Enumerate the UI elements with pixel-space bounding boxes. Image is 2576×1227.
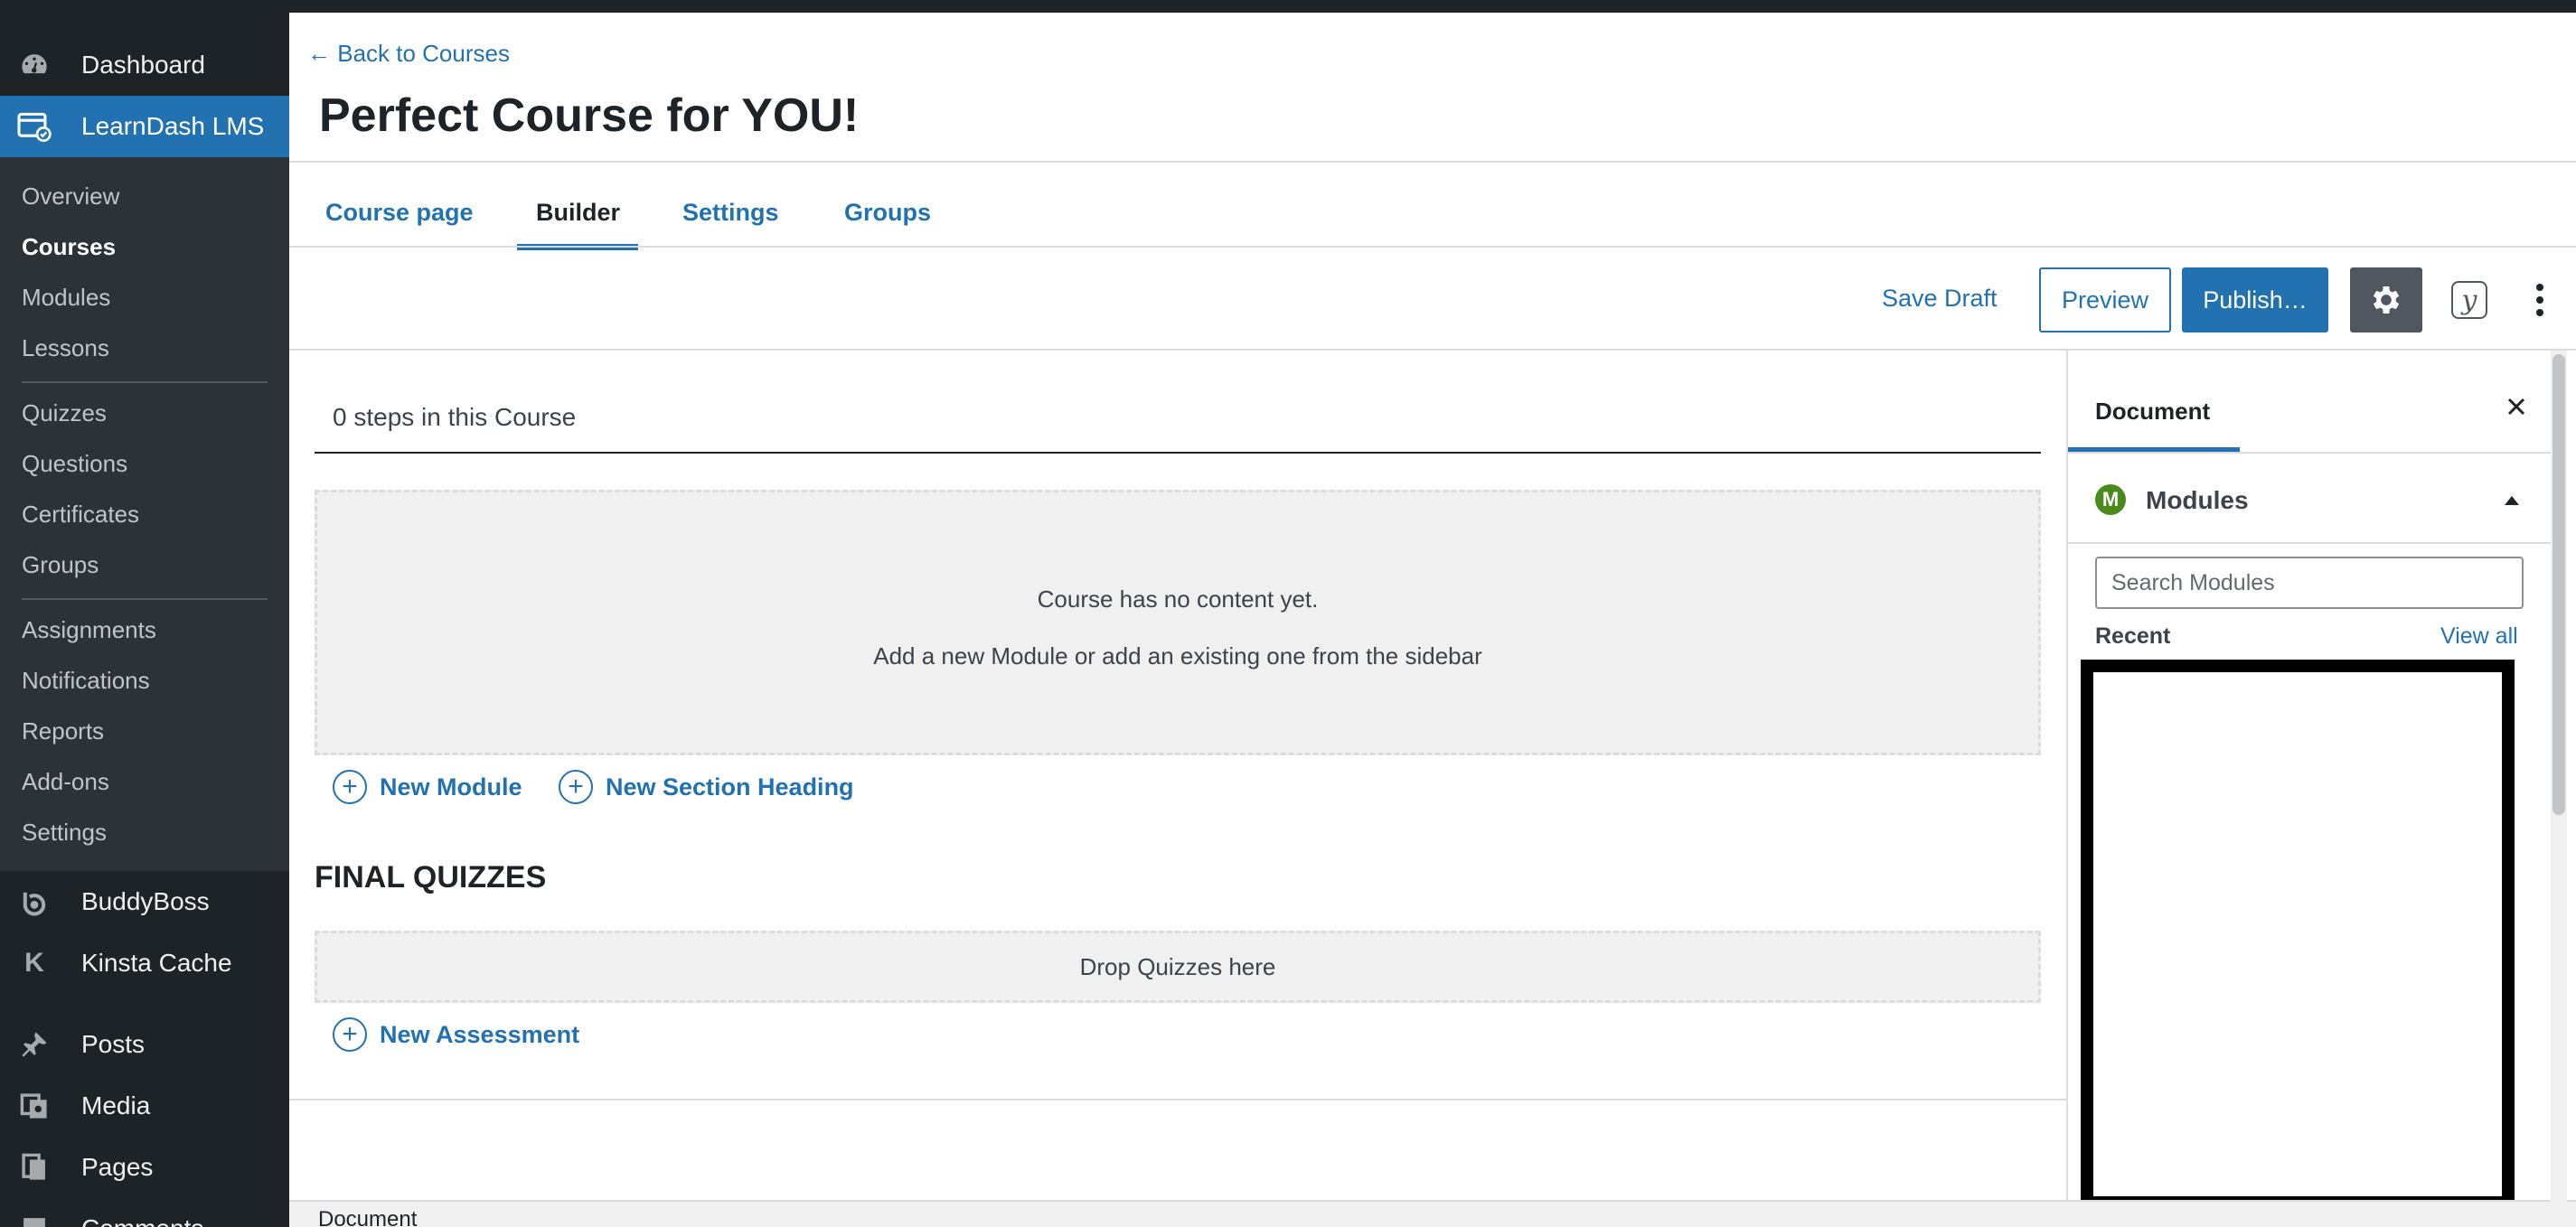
recent-modules-list[interactable] bbox=[2081, 660, 2515, 1200]
sidebar-divider bbox=[2068, 542, 2554, 544]
save-draft-button[interactable]: Save Draft bbox=[1882, 285, 1998, 313]
steps-count: 0 steps in this Course bbox=[333, 403, 577, 431]
admin-sidebar: Dashboard LearnDash LMS Overview Courses… bbox=[0, 0, 289, 1227]
menu-learndash-label: LearnDash LMS bbox=[81, 112, 265, 140]
tab-groups[interactable]: Groups bbox=[844, 199, 931, 227]
admin-top-bar bbox=[0, 0, 2576, 13]
content-bottom-divider bbox=[289, 1099, 2066, 1101]
plus-circle-icon: + bbox=[333, 1017, 367, 1052]
sidebar-scrollbar-thumb[interactable] bbox=[2552, 354, 2565, 815]
recent-label: Recent bbox=[2095, 623, 2171, 649]
submenu-settings[interactable]: Settings bbox=[22, 819, 107, 847]
buddyboss-icon bbox=[16, 884, 52, 920]
plus-circle-icon: + bbox=[559, 770, 593, 804]
menu-buddyboss[interactable]: BuddyBoss bbox=[0, 871, 289, 932]
tab-settings[interactable]: Settings bbox=[682, 199, 779, 227]
modules-badge-icon: M bbox=[2095, 484, 2126, 515]
new-assessment-label: New Assessment bbox=[380, 1020, 580, 1048]
new-assessment-button[interactable]: + New Assessment bbox=[333, 1017, 579, 1052]
menu-dashboard-label: Dashboard bbox=[81, 51, 205, 79]
steps-underline bbox=[315, 452, 2041, 454]
kinsta-icon: K bbox=[24, 948, 44, 978]
menu-media-label: Media bbox=[81, 1091, 151, 1119]
submenu-assignments[interactable]: Assignments bbox=[22, 616, 156, 644]
menu-posts[interactable]: Posts bbox=[0, 1014, 289, 1075]
comments-icon bbox=[16, 1211, 52, 1227]
dashboard-icon bbox=[16, 47, 52, 83]
document-tab[interactable]: Document bbox=[2095, 398, 2210, 426]
new-module-button[interactable]: + New Module bbox=[333, 770, 522, 804]
menu-comments-label: Comments bbox=[81, 1214, 203, 1227]
plus-circle-icon: + bbox=[333, 770, 367, 804]
yoast-seo-button[interactable]: y bbox=[2442, 275, 2496, 325]
sidebar-divider bbox=[2068, 452, 2554, 454]
submenu-groups[interactable]: Groups bbox=[22, 551, 99, 579]
menu-comments[interactable]: Comments bbox=[0, 1198, 289, 1227]
tab-builder[interactable]: Builder bbox=[536, 199, 620, 227]
menu-pages-label: Pages bbox=[81, 1153, 154, 1181]
new-section-heading-button[interactable]: + New Section Heading bbox=[559, 770, 854, 804]
learndash-icon bbox=[16, 108, 52, 145]
header-divider bbox=[289, 161, 2576, 163]
submenu-divider bbox=[22, 381, 268, 383]
menu-buddyboss-label: BuddyBoss bbox=[81, 887, 210, 915]
pages-icon bbox=[16, 1149, 52, 1185]
settings-toggle-button[interactable] bbox=[2350, 267, 2422, 333]
close-icon bbox=[2507, 398, 2525, 416]
submenu-overview[interactable]: Overview bbox=[22, 183, 119, 211]
course-content-dropzone[interactable]: Course has no content yet. Add a new Mod… bbox=[315, 490, 2041, 755]
back-to-courses-link[interactable]: ← Back to Courses bbox=[307, 40, 510, 68]
footer-breadcrumb[interactable]: Document bbox=[318, 1207, 417, 1227]
menu-dashboard[interactable]: Dashboard bbox=[0, 34, 289, 96]
menu-posts-label: Posts bbox=[81, 1030, 146, 1058]
more-options-button[interactable] bbox=[2522, 275, 2558, 325]
editor-footer: Document bbox=[289, 1200, 2576, 1227]
learndash-submenu: Overview Courses Modules Lessons Quizzes… bbox=[0, 157, 289, 871]
empty-state-hint: Add a new Module or add an existing one … bbox=[873, 642, 1482, 670]
menu-pages[interactable]: Pages bbox=[0, 1137, 289, 1198]
menu-learndash[interactable]: LearnDash LMS bbox=[0, 96, 289, 157]
submenu-modules[interactable]: Modules bbox=[22, 284, 110, 312]
menu-kinsta-cache[interactable]: K Kinsta Cache bbox=[0, 932, 289, 994]
submenu-questions[interactable]: Questions bbox=[22, 450, 127, 478]
submenu-certificates[interactable]: Certificates bbox=[22, 501, 139, 529]
publish-button[interactable]: Publish… bbox=[2182, 267, 2328, 333]
menu-kinsta-label: Kinsta Cache bbox=[81, 949, 232, 977]
tab-course-page[interactable]: Course page bbox=[325, 199, 474, 227]
vertical-ellipsis-icon bbox=[2536, 284, 2543, 316]
new-module-label: New Module bbox=[380, 773, 522, 801]
submenu-reports[interactable]: Reports bbox=[22, 717, 104, 745]
page-title: Perfect Course for YOU! bbox=[319, 89, 860, 142]
search-modules-input[interactable] bbox=[2095, 557, 2524, 609]
gear-icon bbox=[2373, 286, 2400, 314]
submenu-divider bbox=[22, 598, 268, 600]
submenu-notifications[interactable]: Notifications bbox=[22, 667, 150, 695]
view-all-link[interactable]: View all bbox=[2440, 623, 2518, 650]
new-section-heading-label: New Section Heading bbox=[606, 773, 854, 801]
preview-button[interactable]: Preview bbox=[2039, 267, 2171, 333]
submenu-courses[interactable]: Courses bbox=[22, 233, 116, 261]
caret-up-icon bbox=[2505, 496, 2519, 505]
menu-media[interactable]: Media bbox=[0, 1075, 289, 1137]
quiz-dropzone[interactable]: Drop Quizzes here bbox=[315, 931, 2041, 1003]
final-quizzes-heading: FINAL QUIZZES bbox=[315, 860, 547, 894]
submenu-addons[interactable]: Add-ons bbox=[22, 768, 109, 796]
media-icon bbox=[16, 1088, 52, 1124]
close-sidebar-button[interactable] bbox=[2498, 389, 2534, 425]
collapse-modules-button[interactable] bbox=[2498, 490, 2525, 511]
course-editor: ← Back to Courses Perfect Course for YOU… bbox=[289, 13, 2576, 1227]
submenu-quizzes[interactable]: Quizzes bbox=[22, 399, 107, 427]
tabs-divider bbox=[289, 246, 2576, 248]
yoast-icon: y bbox=[2451, 281, 2487, 319]
modules-section-title[interactable]: Modules bbox=[2146, 486, 2249, 515]
submenu-lessons[interactable]: Lessons bbox=[22, 334, 109, 362]
pushpin-icon bbox=[16, 1026, 52, 1063]
empty-state-title: Course has no content yet. bbox=[1037, 585, 1319, 613]
document-sidebar: Document M Modules Recent View all bbox=[2066, 351, 2554, 1200]
